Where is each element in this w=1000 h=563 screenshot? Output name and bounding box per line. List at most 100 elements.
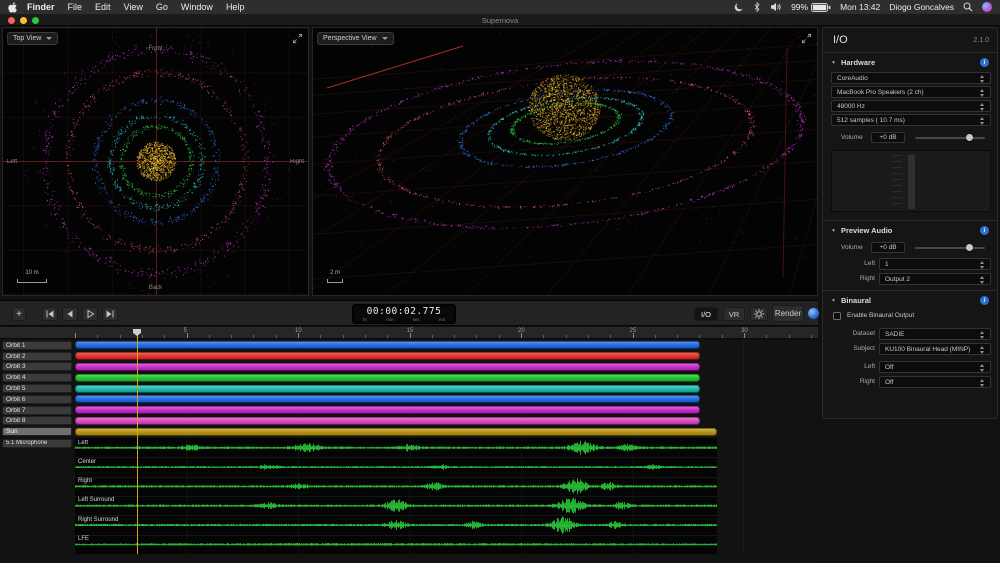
render-status-icon[interactable]: [808, 308, 819, 319]
disclosure-triangle-icon[interactable]: ▼: [831, 228, 836, 234]
render-button[interactable]: Render: [772, 305, 804, 322]
section-header-binaural[interactable]: ▼ Binaural i: [831, 296, 989, 305]
do-not-disturb-icon[interactable]: [734, 2, 744, 12]
hardware-volume-value[interactable]: +0 dB: [871, 132, 905, 143]
slider-thumb[interactable]: [966, 134, 973, 141]
perspective-view-panel: Perspective View 2 m: [312, 27, 818, 296]
track-label[interactable]: Orbit 2: [2, 352, 72, 361]
track-clip[interactable]: [75, 341, 700, 349]
track-label[interactable]: Orbit 3: [2, 362, 72, 371]
enable-binaural-checkbox[interactable]: [833, 312, 841, 320]
buffer-size-select[interactable]: 512 samples ( 10.7 ms): [831, 114, 991, 126]
fullscreen-icon[interactable]: [800, 32, 813, 45]
vr-view-button[interactable]: VR: [723, 307, 745, 321]
io-view-button[interactable]: I/O: [694, 307, 718, 321]
bluetooth-icon[interactable]: [753, 1, 761, 13]
timeline: 51015202530 Orbit 1 Orbit 2Orbit 3 Orbit 4…: [0, 327, 818, 563]
step-back-button[interactable]: [62, 307, 78, 321]
ruler-tick: [789, 335, 790, 338]
track-clip[interactable]: [75, 385, 700, 393]
preview-volume-value[interactable]: +0 dB: [871, 242, 905, 253]
hardware-volume-slider[interactable]: [915, 132, 985, 143]
perspective-view-selector[interactable]: Perspective View: [317, 32, 394, 45]
channel-label: Center: [78, 459, 96, 465]
disclosure-triangle-icon[interactable]: ▼: [831, 298, 836, 304]
preview-left-value: 1: [885, 261, 889, 268]
sample-rate-select[interactable]: 48000 Hz: [831, 100, 991, 112]
version-label: 2.1.0: [973, 37, 989, 44]
menubar-user[interactable]: Diogo Goncalves: [889, 2, 954, 12]
apple-menu-icon[interactable]: [8, 2, 17, 13]
add-track-button[interactable]: +: [12, 307, 26, 321]
slider-thumb[interactable]: [966, 244, 973, 251]
perspective-view-canvas[interactable]: [313, 28, 817, 295]
skip-to-end-button[interactable]: [102, 307, 118, 321]
info-icon[interactable]: i: [980, 58, 989, 67]
ruler-tick: [276, 335, 277, 338]
track-clip[interactable]: [75, 395, 700, 403]
subject-select[interactable]: KU100 Binaural Head (MINP): [879, 343, 991, 355]
volume-icon[interactable]: [770, 2, 782, 12]
menu-item-help[interactable]: Help: [226, 2, 245, 12]
track-label[interactable]: Orbit 5: [2, 384, 72, 393]
waveform-area[interactable]: LeftCenterRightLeft SurroundRight Surrou…: [75, 438, 717, 554]
info-icon[interactable]: i: [980, 296, 989, 305]
track-clip[interactable]: [75, 428, 717, 436]
binaural-left-select[interactable]: Off: [879, 361, 991, 373]
track-clip[interactable]: [75, 352, 700, 360]
track-label[interactable]: 5.1 Microphone: [2, 439, 72, 448]
track-label[interactable]: Sun: [2, 427, 72, 436]
spotlight-icon[interactable]: [963, 2, 973, 12]
section-label: Preview Audio: [841, 226, 892, 235]
section-header-preview-audio[interactable]: ▼ Preview Audio i: [831, 226, 989, 235]
ruler-tick: [432, 335, 433, 338]
axis-label-right: Right: [290, 159, 304, 165]
track-row: Orbit 3: [0, 362, 818, 373]
track-label[interactable]: Orbit 6: [2, 395, 72, 404]
channel-label: Right Surround: [78, 517, 118, 523]
preview-left-select[interactable]: 1: [879, 258, 991, 270]
track-clip[interactable]: [75, 406, 700, 414]
track-clip[interactable]: [75, 363, 700, 371]
settings-button[interactable]: [750, 307, 768, 321]
track-label[interactable]: Orbit 7: [2, 406, 72, 415]
siri-icon[interactable]: [982, 2, 992, 12]
disclosure-triangle-icon[interactable]: ▼: [831, 60, 836, 66]
play-button[interactable]: [82, 307, 98, 321]
top-view-selector[interactable]: Top View: [7, 32, 58, 45]
track-clip[interactable]: [75, 417, 700, 425]
top-view-canvas[interactable]: [3, 28, 308, 295]
ruler-tick: [97, 335, 98, 338]
updown-chevron-icon: [980, 89, 986, 97]
unit-sec: sec: [413, 317, 420, 322]
timeline-ruler[interactable]: 51015202530: [0, 327, 818, 339]
updown-chevron-icon: [980, 276, 986, 284]
dataset-select[interactable]: SADIE: [879, 328, 991, 340]
menu-item-go[interactable]: Go: [156, 2, 168, 12]
skip-to-start-button[interactable]: [42, 307, 58, 321]
track-label[interactable]: Orbit 1: [2, 341, 72, 350]
menu-item-file[interactable]: File: [68, 2, 83, 12]
track-label[interactable]: Orbit 4: [2, 373, 72, 382]
ruler-tick: [75, 333, 76, 338]
menubar-clock[interactable]: Mon 13:42: [840, 2, 880, 12]
menu-item-window[interactable]: Window: [181, 2, 213, 12]
fullscreen-icon[interactable]: [291, 32, 304, 45]
channel-label: LFE: [78, 536, 89, 542]
preview-right-select[interactable]: Output 2: [879, 273, 991, 285]
audio-driver-select[interactable]: CoreAudio: [831, 72, 991, 84]
track-clip[interactable]: [75, 374, 700, 382]
section-header-hardware[interactable]: ▼ Hardware i: [831, 58, 989, 67]
battery-indicator[interactable]: 99%: [791, 2, 831, 12]
ruler-tick: [120, 335, 121, 338]
menu-item-app[interactable]: Finder: [27, 2, 55, 12]
info-icon[interactable]: i: [980, 226, 989, 235]
preview-volume-slider[interactable]: [915, 242, 985, 253]
menu-item-edit[interactable]: Edit: [95, 2, 111, 12]
track-label[interactable]: Orbit 8: [2, 416, 72, 425]
menu-item-view[interactable]: View: [124, 2, 143, 12]
preview-volume-label: Volume: [841, 244, 863, 251]
binaural-right-select[interactable]: Off: [879, 376, 991, 388]
playhead[interactable]: [137, 329, 138, 554]
audio-device-select[interactable]: MacBook Pro Speakers (2 ch): [831, 86, 991, 98]
